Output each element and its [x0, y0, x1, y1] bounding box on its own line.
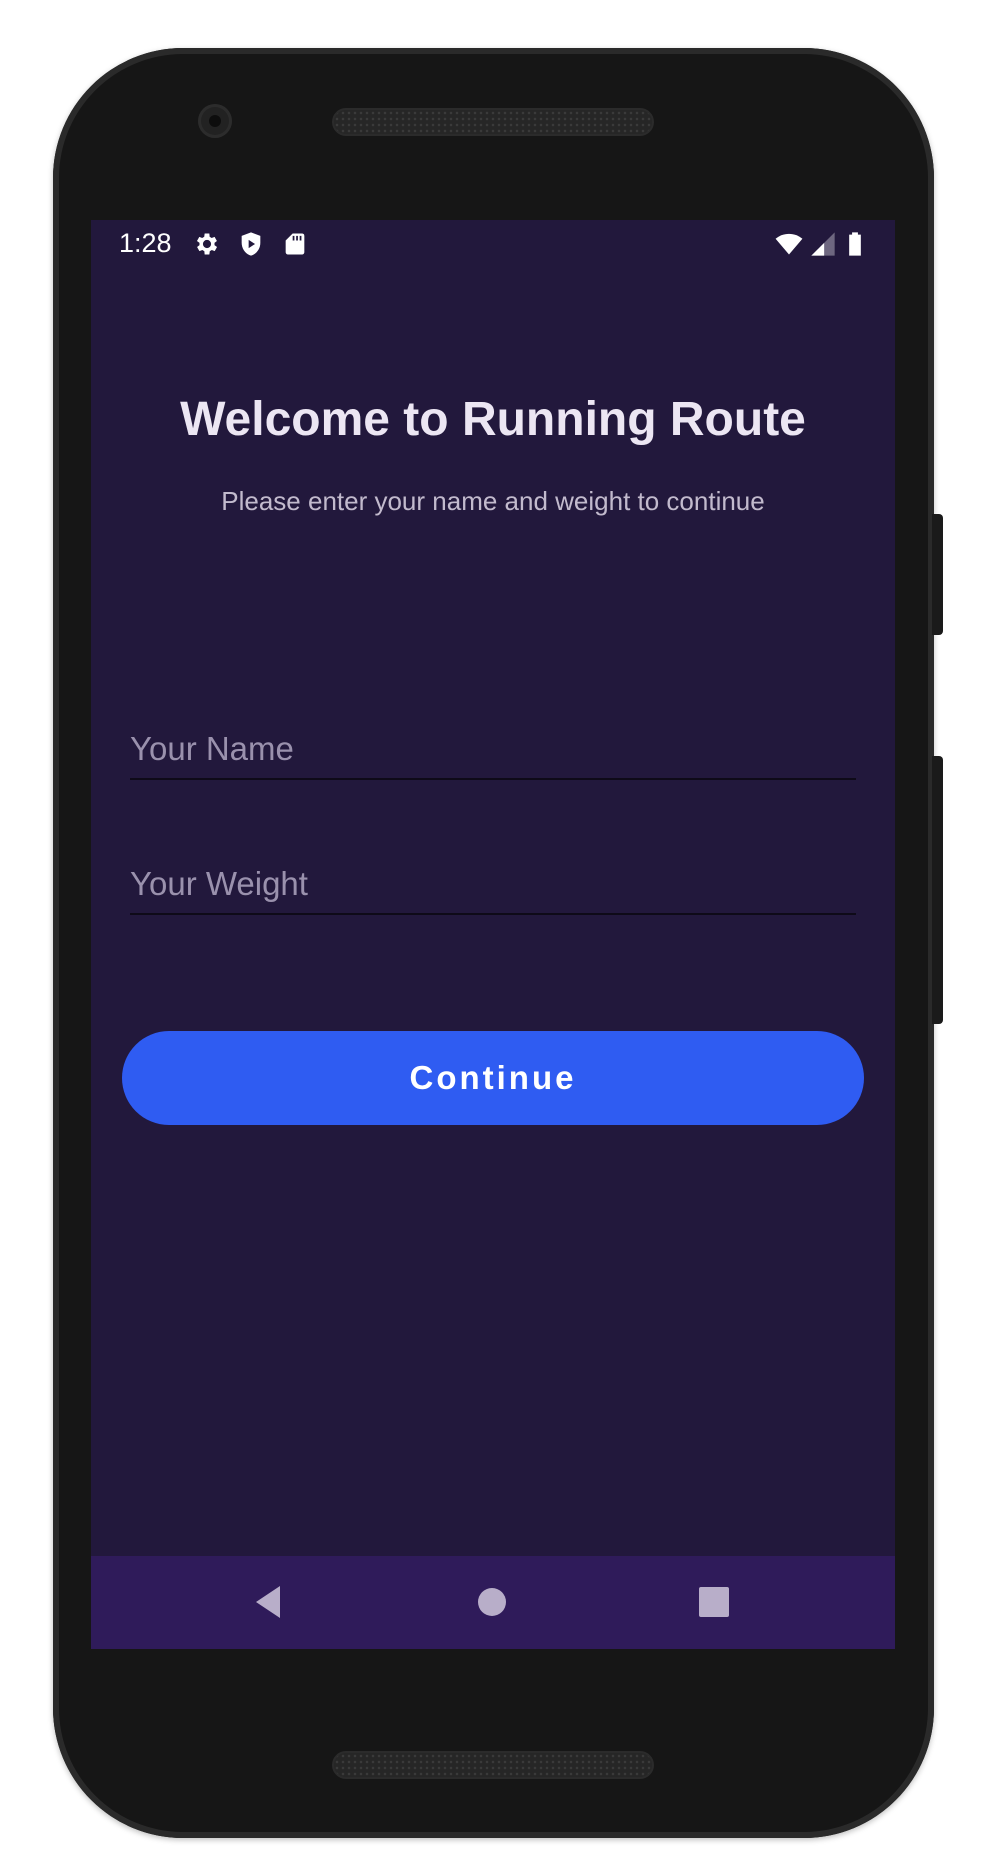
page-subtitle: Please enter your name and weight to con… — [221, 486, 765, 516]
status-bar: 1:28 — [91, 220, 895, 268]
bottom-speaker-grille — [332, 1751, 654, 1779]
sd-card-icon — [281, 230, 309, 258]
home-icon[interactable] — [472, 1582, 512, 1622]
recents-icon[interactable] — [694, 1582, 734, 1622]
battery-icon — [841, 230, 869, 258]
continue-button[interactable]: Continue — [122, 1031, 864, 1125]
power-button — [932, 514, 943, 635]
status-time: 1:28 — [119, 228, 172, 258]
name-input[interactable] — [130, 720, 856, 778]
top-speaker-grille — [332, 108, 654, 136]
app-screen: 1:28 Welcome to Running Route Please ent… — [91, 220, 895, 1649]
volume-button — [932, 756, 943, 1024]
back-icon[interactable] — [249, 1582, 289, 1622]
wifi-icon — [775, 230, 803, 258]
page-title: Welcome to Running Route — [180, 393, 806, 446]
weight-input[interactable] — [130, 855, 856, 913]
cell-signal-icon — [809, 230, 837, 258]
weight-field — [130, 855, 856, 915]
gear-icon — [193, 230, 221, 258]
name-field — [130, 720, 856, 780]
front-camera — [198, 104, 232, 138]
navigation-bar — [91, 1556, 895, 1649]
shield-play-icon — [237, 230, 265, 258]
